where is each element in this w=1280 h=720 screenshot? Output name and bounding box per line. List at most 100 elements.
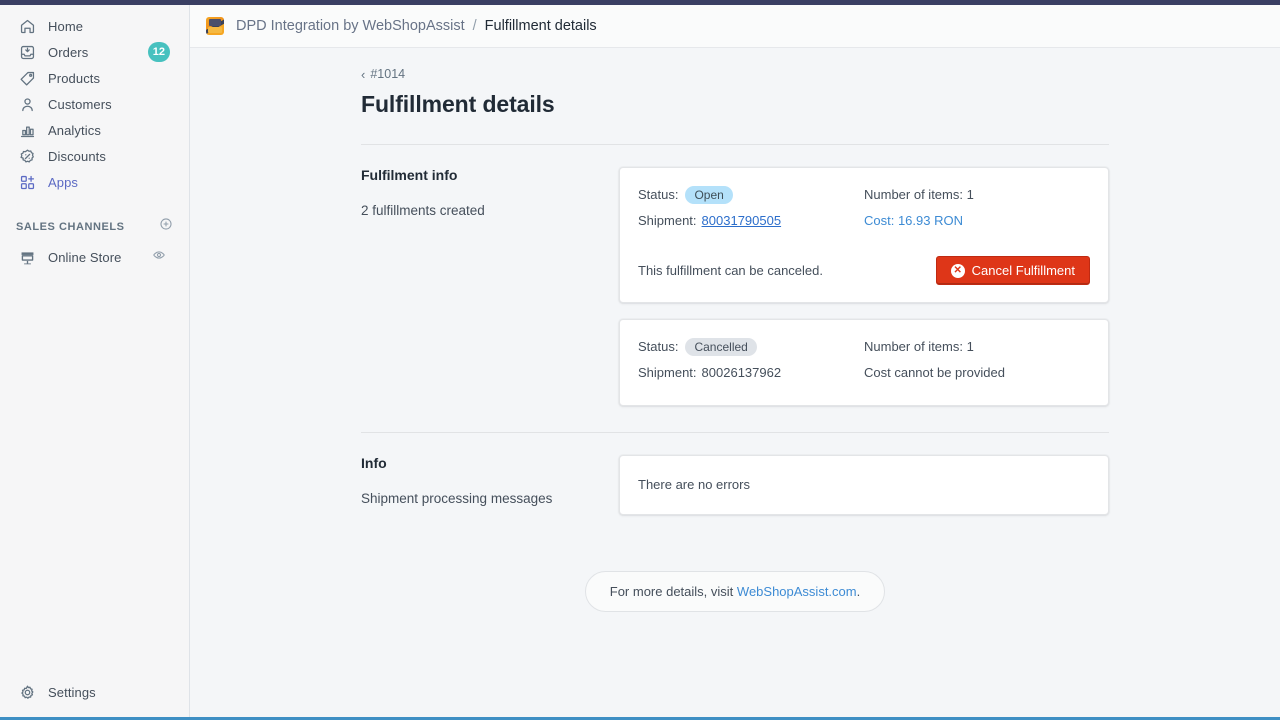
cancel-fulfillment-button[interactable]: ✕ Cancel Fulfillment — [936, 256, 1090, 285]
sidebar-item-discounts[interactable]: Discounts — [6, 143, 183, 169]
status-row: Status: Open — [638, 184, 864, 205]
cancel-fulfillment-label: Cancel Fulfillment — [972, 263, 1075, 278]
fulfilment-card-left-column: Status: Open Shipment: 80031790505 — [638, 184, 864, 236]
page-title: Fulfillment details — [361, 91, 1109, 118]
discounts-percent-icon — [16, 146, 38, 166]
shipment-tracking-link[interactable]: 80031790505 — [702, 213, 782, 228]
page-container: ‹ #1014 Fulfillment details Fulfilment i… — [361, 48, 1109, 612]
footer-text-before: For more details, visit — [610, 584, 737, 599]
shipment-row: Shipment: 80031790505 — [638, 210, 864, 231]
shipment-label: Shipment: — [638, 213, 697, 228]
sidebar-item-home[interactable]: Home — [6, 13, 183, 39]
info-card-text: There are no errors — [638, 477, 750, 492]
fulfilment-card-footer: This fulfillment can be canceled. ✕ Canc… — [638, 256, 1090, 285]
sidebar: Home Orders 12 Products Customers — [0, 5, 190, 717]
shipment-tracking-number: 80026137962 — [702, 365, 782, 380]
footer-pill-wrap: For more details, visit WebShopAssist.co… — [361, 571, 1109, 612]
orders-inbox-icon — [16, 42, 38, 62]
sidebar-item-label: Customers — [48, 97, 112, 112]
main-content: ‹ #1014 Fulfillment details Fulfilment i… — [190, 48, 1280, 717]
breadcrumb-separator: / — [473, 18, 477, 34]
products-tag-icon — [16, 68, 38, 88]
items-row: Number of items: 1 — [864, 184, 1090, 205]
sidebar-item-label: Orders — [48, 45, 88, 60]
breadcrumb-current: Fulfillment details — [485, 18, 597, 34]
sidebar-item-orders[interactable]: Orders 12 — [6, 39, 183, 65]
section-subtext: 2 fulfillments created — [361, 201, 603, 221]
title-divider — [361, 144, 1109, 145]
webshopassist-link[interactable]: WebShopAssist.com — [737, 584, 857, 599]
sidebar-item-label: Home — [48, 19, 83, 34]
cost-value: Cost cannot be provided — [864, 365, 1005, 380]
sidebar-gap — [0, 195, 189, 211]
cancel-note: This fulfillment can be canceled. — [638, 263, 823, 278]
cost-row: Cost: 16.93 RON — [864, 210, 1090, 231]
shipment-label: Shipment: — [638, 365, 697, 380]
fulfilment-cards: Status: Open Shipment: 80031790505 — [619, 167, 1109, 406]
number-of-items: Number of items: 1 — [864, 339, 974, 354]
customers-person-icon — [16, 94, 38, 114]
sidebar-item-label: Online Store — [48, 250, 121, 265]
online-store-icon — [16, 247, 38, 267]
fulfilment-card-right-column: Number of items: 1 Cost cannot be provid… — [864, 336, 1090, 388]
sidebar-item-label: Discounts — [48, 149, 106, 164]
cost-value: Cost: 16.93 RON — [864, 213, 963, 228]
sales-channels-header: SALES CHANNELS — [0, 211, 189, 242]
eye-icon[interactable] — [147, 248, 171, 268]
topbar: DPD Integration by WebShopAssist / Fulfi… — [190, 5, 1280, 48]
back-to-order-link[interactable]: ‹ #1014 — [361, 67, 1109, 81]
sidebar-item-label: Products — [48, 71, 100, 86]
sidebar-footer: Settings — [0, 679, 190, 705]
info-card: There are no errors — [619, 455, 1109, 515]
fulfilment-card: Status: Cancelled Shipment: 80026137962 — [619, 319, 1109, 406]
back-link-label: #1014 — [370, 67, 405, 81]
section-heading: Fulfilment info — [361, 167, 603, 183]
section-divider — [361, 432, 1109, 433]
app-window: Home Orders 12 Products Customers — [0, 0, 1280, 720]
status-row: Status: Cancelled — [638, 336, 864, 357]
items-row: Number of items: 1 — [864, 336, 1090, 357]
fulfilment-card-left-column: Status: Cancelled Shipment: 80026137962 — [638, 336, 864, 388]
orders-count-badge: 12 — [148, 42, 170, 62]
shipment-row: Shipment: 80026137962 — [638, 362, 864, 383]
plus-circle-icon[interactable] — [159, 217, 173, 236]
sidebar-item-products[interactable]: Products — [6, 65, 183, 91]
fulfilment-card-right-column: Number of items: 1 Cost: 16.93 RON — [864, 184, 1090, 236]
status-badge: Open — [685, 186, 732, 204]
number-of-items: Number of items: 1 — [864, 187, 974, 202]
fulfilment-card-grid: Status: Open Shipment: 80031790505 — [638, 184, 1090, 236]
breadcrumb-app-link[interactable]: DPD Integration by WebShopAssist — [236, 18, 465, 34]
home-icon — [16, 16, 38, 36]
cost-row: Cost cannot be provided — [864, 362, 1090, 383]
chevron-left-icon: ‹ — [361, 68, 365, 81]
gear-icon — [16, 682, 38, 702]
fulfilment-info-description: Fulfilment info 2 fulfillments created — [361, 167, 619, 406]
sidebar-item-apps[interactable]: Apps — [6, 169, 183, 195]
status-label: Status: — [638, 339, 678, 354]
apps-grid-plus-icon — [16, 172, 38, 192]
footer-details-pill: For more details, visit WebShopAssist.co… — [585, 571, 885, 612]
sidebar-item-label: Apps — [48, 175, 78, 190]
info-description: Info Shipment processing messages — [361, 455, 619, 515]
cancel-circle-x-icon: ✕ — [951, 264, 965, 278]
sidebar-nav: Home Orders 12 Products Customers — [0, 5, 189, 270]
sales-channels-label: SALES CHANNELS — [16, 221, 125, 233]
section-heading: Info — [361, 455, 603, 471]
dpd-webshopassist-app-icon — [206, 17, 224, 35]
sidebar-item-settings[interactable]: Settings — [6, 679, 184, 705]
sidebar-item-label: Settings — [48, 685, 96, 700]
status-label: Status: — [638, 187, 678, 202]
sidebar-item-online-store[interactable]: Online Store — [6, 244, 183, 270]
analytics-bars-icon — [16, 120, 38, 140]
info-card-wrap: There are no errors — [619, 455, 1109, 515]
section-subtext: Shipment processing messages — [361, 489, 603, 509]
sidebar-item-customers[interactable]: Customers — [6, 91, 183, 117]
fulfilment-card-grid: Status: Cancelled Shipment: 80026137962 — [638, 336, 1090, 388]
sidebar-item-label: Analytics — [48, 123, 101, 138]
status-badge: Cancelled — [685, 338, 756, 356]
sidebar-item-analytics[interactable]: Analytics — [6, 117, 183, 143]
fulfilment-card: Status: Open Shipment: 80031790505 — [619, 167, 1109, 303]
footer-text-after: . — [857, 584, 861, 599]
fulfilment-info-section: Fulfilment info 2 fulfillments created S… — [361, 167, 1109, 406]
info-section: Info Shipment processing messages There … — [361, 455, 1109, 515]
